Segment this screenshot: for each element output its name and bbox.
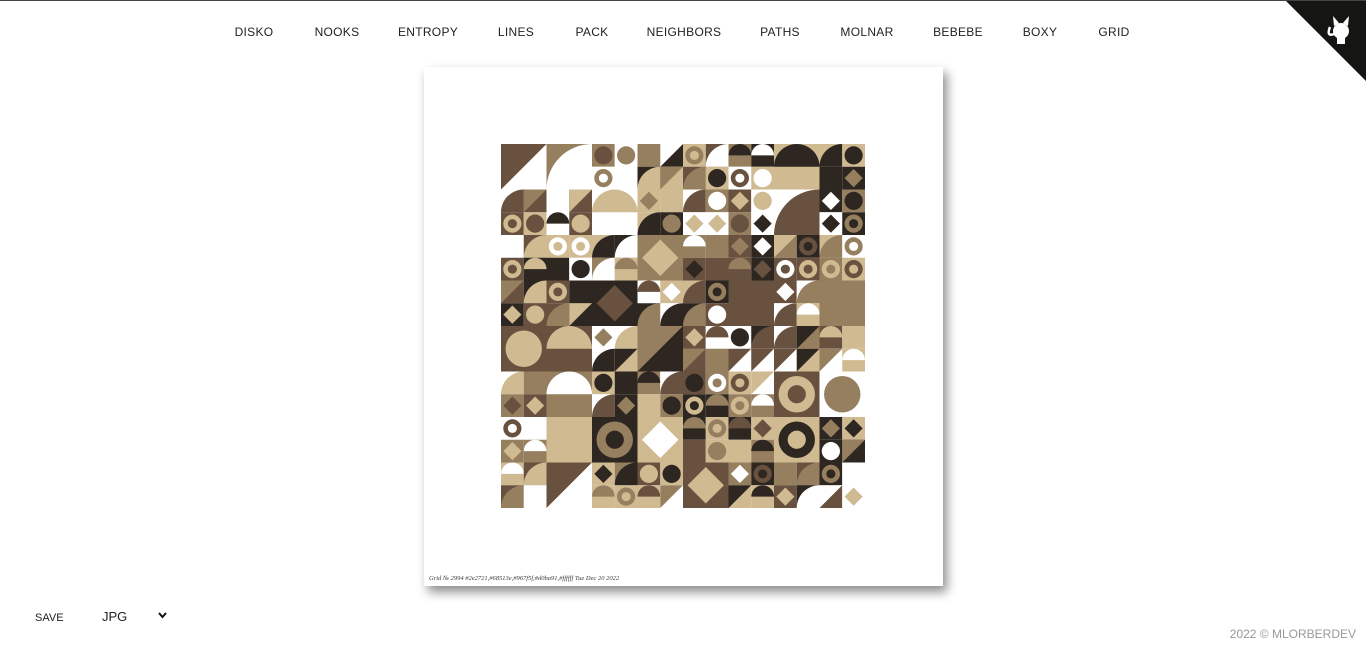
tile-ring-inner: [712, 423, 722, 433]
tile-bg: [637, 394, 661, 417]
tile-bg: [637, 144, 661, 167]
github-octocat-icon: [1286, 1, 1366, 81]
tile-circle: [526, 214, 545, 233]
tile-bg: [523, 371, 547, 395]
tile-ring-inner: [712, 378, 722, 388]
tile-ring-inner: [735, 378, 745, 388]
tile-large-ring-inner: [787, 430, 806, 449]
tile-large-ring-inner: [787, 385, 806, 404]
nav-item-molnar[interactable]: MOLNAR: [840, 25, 893, 39]
tile-circle: [708, 442, 727, 461]
tile-circle: [662, 214, 681, 233]
tile-bg: [614, 166, 638, 190]
tile-large-circle: [505, 330, 542, 367]
nav-item-bebebe[interactable]: BEBEBE: [933, 25, 983, 39]
tile-bg: [569, 280, 592, 304]
tile-bg: [501, 235, 524, 258]
chevron-down-icon: [158, 612, 167, 619]
tile-bg: [546, 189, 570, 213]
tile-circle: [594, 373, 613, 392]
nav-item-paths[interactable]: PATHS: [760, 25, 800, 39]
tile-ring-inner: [826, 264, 836, 274]
nav-item-pack[interactable]: PACK: [576, 25, 609, 39]
tile-large-bg: [728, 280, 774, 326]
tile-circle: [708, 305, 727, 324]
format-select[interactable]: JPG: [92, 605, 172, 629]
tile-circle: [708, 191, 727, 210]
nav-item-nooks[interactable]: NOOKS: [315, 25, 360, 39]
tile-ring-inner: [507, 423, 517, 433]
tile-bg: [819, 166, 843, 190]
artwork-frame: Grid № 2994 #2e2721,#68513e,#967f5f,#d0b…: [424, 67, 943, 586]
nav-item-disko[interactable]: DISKO: [235, 25, 274, 39]
tile-circle: [844, 146, 863, 165]
artwork-caption: Grid № 2994 #2e2721,#68513e,#967f5f,#d0b…: [429, 575, 620, 582]
tile-large-ring-inner: [605, 430, 624, 449]
tile-circle: [526, 305, 545, 324]
generative-grid-artwork: [501, 144, 865, 508]
tile-bg: [660, 189, 683, 213]
tile-bg: [614, 371, 638, 395]
tile-large-bg: [546, 417, 592, 463]
tile-ring-inner: [553, 287, 563, 297]
tile-circle: [753, 169, 772, 188]
copyright-text: 2022 © MLORBERDEV: [1229, 627, 1356, 641]
tile-circle: [730, 328, 749, 347]
tile-ring-inner: [735, 173, 745, 183]
tile-bg: [842, 462, 865, 486]
tile-ring-inner: [553, 241, 563, 251]
tile-bg: [705, 235, 729, 258]
github-corner-link[interactable]: [1286, 1, 1366, 81]
tile-bg: [842, 326, 865, 349]
nav-item-entropy[interactable]: ENTROPY: [398, 25, 458, 39]
tile-circle: [662, 396, 681, 415]
tile-large-circle: [824, 376, 861, 413]
nav-item-boxy[interactable]: BOXY: [1023, 25, 1058, 39]
tile-bg: [683, 439, 706, 463]
tile-circle: [844, 191, 863, 210]
tile-ring-inner: [689, 401, 699, 411]
tile-bg: [523, 485, 547, 508]
tile-ring-inner: [849, 219, 859, 229]
tile-circle: [617, 146, 636, 165]
nav-item-grid[interactable]: GRID: [1098, 25, 1129, 39]
tile-ring-inner: [803, 241, 813, 251]
tile-ring-inner: [712, 287, 722, 297]
tile-ring-inner: [689, 150, 699, 160]
tile-circle: [753, 191, 772, 210]
tile-ring-inner: [803, 264, 813, 274]
tile-ring-inner: [507, 264, 517, 274]
tile-large-bg: [819, 280, 865, 326]
tile-bg: [523, 417, 547, 440]
tile-ring-inner: [598, 173, 608, 183]
tile-ring-inner: [735, 401, 745, 411]
tile-circle: [639, 464, 658, 483]
top-navigation: DISKO NOOKS ENTROPY LINES PACK NEIGHBORS…: [0, 1, 1366, 65]
nav-item-neighbors[interactable]: NEIGHBORS: [647, 25, 722, 39]
tile-circle: [662, 464, 681, 483]
tile-ring-inner: [780, 264, 790, 274]
tile-bg: [705, 348, 729, 372]
tile-ring-inner: [621, 492, 631, 502]
tile-circle: [821, 442, 840, 461]
tile-bg: [728, 439, 752, 463]
tile-circle: [571, 214, 590, 233]
tile-ring-inner: [507, 219, 517, 229]
save-button[interactable]: SAVE: [35, 612, 64, 624]
tile-ring-inner: [758, 469, 768, 479]
tile-ring-inner: [576, 241, 586, 251]
tile-circle: [685, 373, 704, 392]
tile-ring-inner: [849, 241, 859, 251]
tile-circle: [730, 214, 749, 233]
tile-bg: [546, 257, 570, 281]
tile-circle: [571, 260, 590, 279]
tile-bg: [705, 257, 729, 281]
format-selected-value: JPG: [102, 609, 128, 624]
nav-item-lines[interactable]: LINES: [498, 25, 534, 39]
tile-bg: [774, 462, 797, 486]
tile-circle: [708, 169, 727, 188]
tile-ring-inner: [849, 264, 859, 274]
tile-circle: [594, 146, 613, 165]
tile-ring-inner: [826, 469, 836, 479]
